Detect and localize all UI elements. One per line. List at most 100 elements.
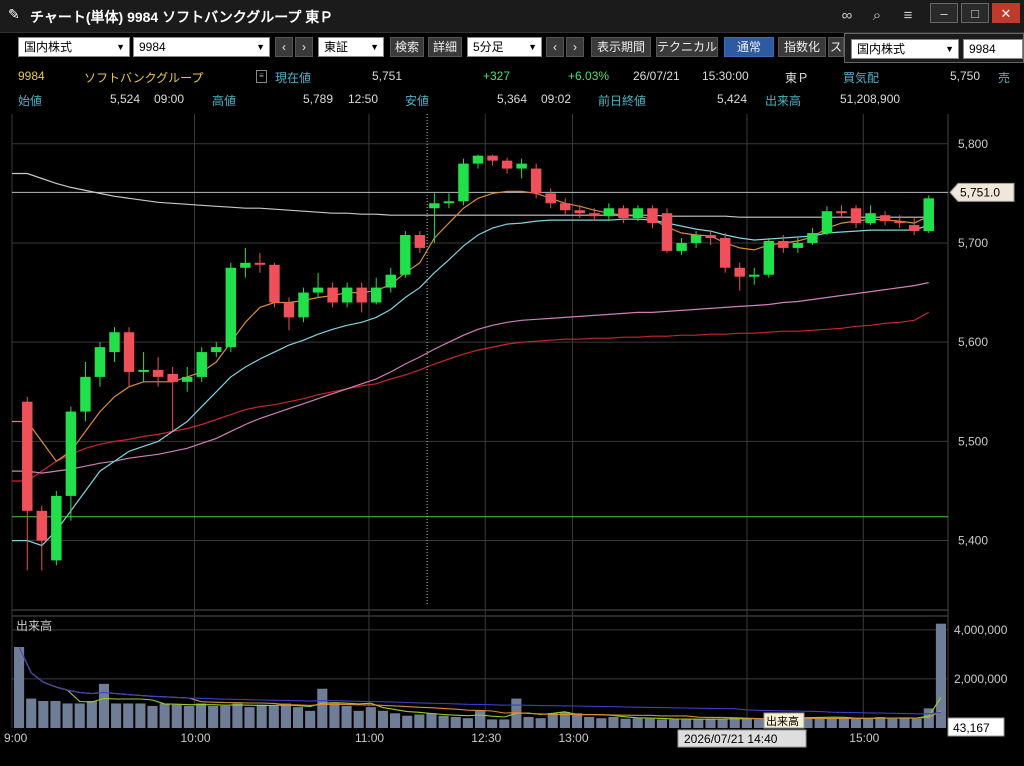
menu-icon[interactable]: ≡ [897,5,919,27]
popup-code-value: 9984 [969,42,996,56]
popup-code-input[interactable]: 9984 [963,39,1023,59]
candle-body [879,215,891,222]
time-tick-label: 9:00 [4,731,28,745]
candle-body [211,347,222,353]
prev-close: 5,424 [717,92,748,106]
candle-body [908,225,920,232]
technical-button[interactable]: テクニカル [656,37,718,57]
volume-bar [353,710,364,728]
volume-value: 51,208,900 [840,92,901,106]
document-icon[interactable]: ≡ [256,70,267,83]
ask-label: 売 [998,71,1011,85]
normal-mode-button[interactable]: 通常 [724,37,774,57]
interval-select[interactable]: 5分足 ▼ [467,37,542,57]
volume-bar [341,705,352,728]
quote-date: 26/07/21 [633,69,680,83]
bid-price: 5,750 [950,69,981,83]
candle-body [894,221,905,224]
volume-bar [474,710,486,728]
display-period-button[interactable]: 表示期間 [591,37,651,57]
volume-bar [305,710,316,728]
volume-bar [632,718,643,728]
volume-bar [159,703,170,728]
candle-body [603,208,615,217]
candle-body [167,373,178,382]
volume-bar [669,719,680,728]
candle-body [65,411,77,496]
volume-bar [317,688,328,728]
volume-bar [462,718,473,728]
current-price-tag-label: 5,751.0 [960,185,1000,199]
index-mode-button[interactable]: 指数化 [778,37,826,57]
volume-bar [183,705,194,728]
candle-body [792,242,804,248]
volume-bar [195,703,207,728]
chevron-down-icon: ▼ [370,42,379,52]
maximize-button[interactable]: □ [961,3,989,23]
candle-body [51,495,62,561]
volume-bar [753,719,765,728]
exchange-select[interactable]: 東証 ▼ [318,37,384,57]
volume-tick-label: 2,000,000 [954,672,1008,686]
volume-bar [14,647,25,728]
volume-bar [38,701,49,728]
symbol-popup: 国内株式 ▼ 9984 [844,33,1024,63]
candle-body [225,267,237,348]
volume-bar [208,705,219,728]
volume-bar [729,718,740,728]
crosshair-date-label: 2026/07/21 14:40 [684,732,778,746]
volume-bar [232,703,243,728]
popup-market-select[interactable]: 国内株式 ▼ [851,39,959,59]
search-icon[interactable]: ⌕ [866,5,888,27]
prev-period-button[interactable]: ‹ [546,37,564,57]
code-input[interactable]: 9984 ▼ [133,37,270,57]
candle-body [749,274,760,277]
volume-bar [292,707,304,728]
close-button[interactable]: ✕ [992,3,1020,23]
volume-bar [717,718,728,728]
volume-bar [644,718,655,728]
candle-body [254,262,266,265]
detail-button[interactable]: 詳細 [428,37,462,57]
minimize-button[interactable]: – [930,3,958,23]
next-period-button[interactable]: › [566,37,584,57]
price-change: +327 [483,69,511,83]
time-tick-label: 15:00 [849,731,879,745]
link-icon[interactable]: ∞ [836,5,858,27]
chevron-down-icon: ▼ [116,42,125,52]
candle-body [647,208,658,224]
candle-body [196,352,207,377]
market-select[interactable]: 国内株式 ▼ [18,37,130,57]
candle-body [385,274,396,288]
chevron-down-icon: ▼ [256,42,265,52]
volume-bar [608,716,619,728]
price-chart[interactable]: 5,800 5,700 5,600 5,500 5,400 9:00 10:00 11:00 1… [0,114,1024,766]
price-tick-label: 5,500 [958,434,988,448]
candle-body [618,208,629,219]
low-price: 5,364 [497,92,528,106]
volume-panel-title: 出来高 [16,618,52,633]
candle-body [560,203,571,211]
title-bar: ✎ チャート(単体) 9984 ソフトバンクグループ 東Ｐ ∞ ⌕ ≡ – □ … [0,0,1024,33]
candle-body [370,287,382,303]
volume-bar [74,703,85,728]
candle-body [719,238,731,268]
volume-bar [414,714,425,728]
candle-body [865,213,876,224]
candle-body [414,235,426,248]
search-button[interactable]: 検索 [390,37,424,57]
next-symbol-button[interactable]: › [295,37,313,57]
price-tick-label: 5,600 [958,335,988,349]
volume-bar [450,716,461,728]
candle-body [734,267,745,277]
open-price: 5,524 [110,92,141,106]
volume-bar [547,713,558,728]
candle-body [429,203,440,209]
prev-symbol-button[interactable]: ‹ [275,37,293,57]
extra-button[interactable]: ス [828,37,844,57]
price-tick-label: 5,400 [958,534,988,548]
ohlc-row: 始値 5,524 09:00 高値 5,789 12:50 安値 5,364 0… [0,89,1024,109]
volume-bar [911,718,922,728]
candle-body [36,510,48,541]
volume-bar [681,719,692,728]
